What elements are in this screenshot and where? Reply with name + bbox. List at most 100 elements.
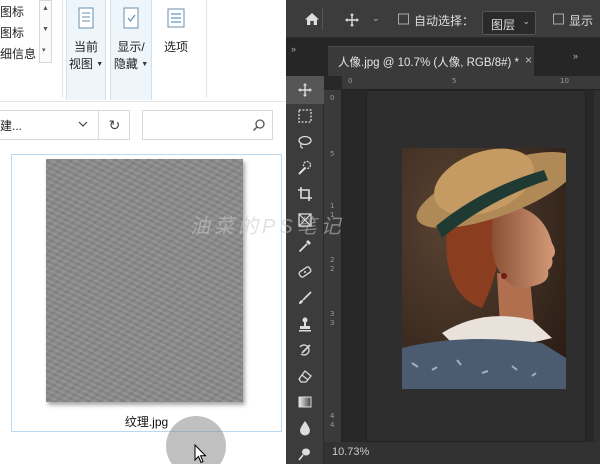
current-view-icon (78, 7, 94, 29)
ruler-label: 2 (330, 256, 335, 264)
options-button[interactable]: 选项 (156, 0, 196, 100)
auto-select-label: 自动选择： (414, 14, 475, 28)
ribbon-divider (206, 0, 207, 98)
view-option-icons-1[interactable]: 图标 (0, 5, 24, 20)
move-tool-icon[interactable] (344, 12, 360, 28)
options-label: 选项 (163, 40, 188, 54)
mouse-pointer-icon (194, 444, 207, 464)
current-view-button[interactable]: 当前 视图 ▼ (66, 0, 106, 100)
auto-select-checkbox[interactable] (398, 13, 409, 25)
dodge-icon (298, 448, 310, 461)
clone-stamp-icon (299, 317, 311, 332)
ruler-label: 5 (330, 150, 335, 158)
eraser-tool[interactable] (286, 362, 324, 390)
refresh-button[interactable]: ↻ (98, 111, 130, 139)
auto-select-dropdown[interactable]: 图层 ⌄ (482, 11, 536, 35)
crop-tool[interactable] (286, 180, 324, 208)
quick-select-icon (298, 160, 312, 175)
file-item[interactable]: 纹理.jpg (11, 154, 282, 432)
water-drop-icon (300, 421, 310, 436)
lasso-icon (298, 135, 312, 149)
address-bar[interactable]: 建... ↻ (0, 110, 130, 140)
document-tab[interactable]: 人像.jpg @ 10.7% (人像, RGB/8#) * × (328, 46, 534, 76)
ruler-label: 4 (330, 421, 335, 429)
show-hide-label-2: 隐藏 (113, 57, 138, 71)
document-canvas[interactable] (366, 90, 586, 442)
current-view-label-2: 视图 (68, 57, 93, 71)
tab-overflow-icon[interactable]: » (573, 51, 578, 61)
scroll-up-icon[interactable]: ▲ (42, 5, 49, 13)
document-tab-bar: » 人像.jpg @ 10.7% (人像, RGB/8#) * × » (286, 38, 600, 76)
ruler-label: 4 (330, 412, 335, 420)
chevron-down-icon: ▼ (141, 60, 149, 68)
brush-tool[interactable] (286, 284, 324, 312)
lasso-tool[interactable] (286, 128, 324, 156)
healing-brush-tool[interactable] (286, 258, 324, 286)
clone-stamp-tool[interactable] (286, 310, 324, 338)
view-options-scroller[interactable]: ▲ ▼ ▾ (39, 0, 52, 63)
healing-brush-icon (298, 266, 312, 278)
ruler-label: 3 (330, 310, 335, 318)
vertical-ruler[interactable]: 0 5 1 1 2 2 3 3 4 4 (324, 90, 342, 464)
options-divider (322, 8, 323, 30)
status-bar: 10.73% (324, 442, 600, 464)
history-brush-tool[interactable] (286, 336, 324, 364)
show-transform-label: 显示 (569, 14, 594, 28)
vertical-scrollbar[interactable] (594, 90, 600, 442)
eyedropper-icon (298, 240, 311, 253)
watermark: 油菜的PS笔记 (190, 216, 345, 238)
show-transform-checkbox[interactable] (553, 13, 564, 25)
home-icon[interactable] (304, 11, 320, 27)
search-icon[interactable] (252, 118, 266, 132)
current-view-label-1: 当前 (73, 40, 98, 54)
show-hide-button[interactable]: 显示/ 隐藏 ▼ (110, 0, 152, 100)
chevron-down-icon[interactable]: ⌄ (372, 13, 380, 24)
move-tool[interactable] (286, 76, 324, 104)
gradient-icon (298, 396, 312, 408)
options-icon (167, 8, 185, 28)
quick-select-tool[interactable] (286, 154, 324, 182)
crop-icon (298, 187, 312, 201)
options-bar: ⌄ 自动选择： 图层 ⌄ 显示 (286, 0, 600, 38)
ruler-label: 3 (330, 319, 335, 327)
gradient-tool[interactable] (286, 388, 324, 416)
ruler-label: 10 (560, 77, 569, 85)
dodge-tool[interactable] (286, 440, 324, 464)
ruler-label: 0 (330, 94, 335, 102)
brush-icon (299, 291, 312, 304)
chevron-down-icon: ⌄ (522, 16, 530, 26)
scroll-down-icon[interactable]: ▼ (42, 26, 49, 34)
chevron-down-icon: ▼ (96, 60, 104, 68)
address-text: 建... (0, 119, 23, 133)
scroll-more-icon[interactable]: ▾ (42, 47, 46, 55)
canvas-workspace[interactable]: 0 5 10 0 5 1 1 2 2 3 3 4 4 10.73% (324, 76, 600, 464)
ruler-label: 2 (330, 265, 335, 273)
file-name[interactable]: 纹理.jpg (12, 413, 281, 430)
auto-select-value: 图层 (491, 18, 516, 32)
close-icon[interactable]: × (525, 53, 532, 67)
view-option-icons-2[interactable]: 图标 (0, 26, 24, 41)
collapse-panel-icon[interactable]: » (291, 44, 296, 54)
portrait-photo[interactable] (402, 148, 566, 389)
show-hide-label-1: 显示/ (117, 40, 145, 54)
horizontal-ruler[interactable]: 0 5 10 (342, 76, 600, 90)
show-hide-icon (123, 7, 139, 29)
ruler-label: 5 (452, 77, 457, 85)
file-thumbnail[interactable] (46, 159, 243, 402)
blur-tool[interactable] (286, 414, 324, 442)
file-list: 纹理.jpg (0, 146, 286, 464)
marquee-icon (298, 109, 312, 123)
explorer-ribbon: 图标 图标 细信息 ▲ ▼ ▾ 当前 视图 ▼ 显示/ 隐藏 ▼ 选项 (0, 0, 286, 102)
ruler-label: 0 (348, 77, 353, 85)
search-input[interactable] (142, 110, 273, 140)
zoom-level[interactable]: 10.73% (332, 446, 369, 458)
document-tab-title: 人像.jpg @ 10.7% (人像, RGB/8#) * (338, 57, 520, 69)
marquee-tool[interactable] (286, 102, 324, 130)
chevron-down-icon[interactable] (78, 119, 88, 129)
move-icon (298, 83, 312, 97)
view-option-details[interactable]: 细信息 (0, 47, 36, 62)
tools-panel (286, 76, 324, 464)
ruler-label: 1 (330, 202, 335, 210)
eraser-icon (298, 370, 312, 383)
history-brush-icon (299, 344, 311, 356)
